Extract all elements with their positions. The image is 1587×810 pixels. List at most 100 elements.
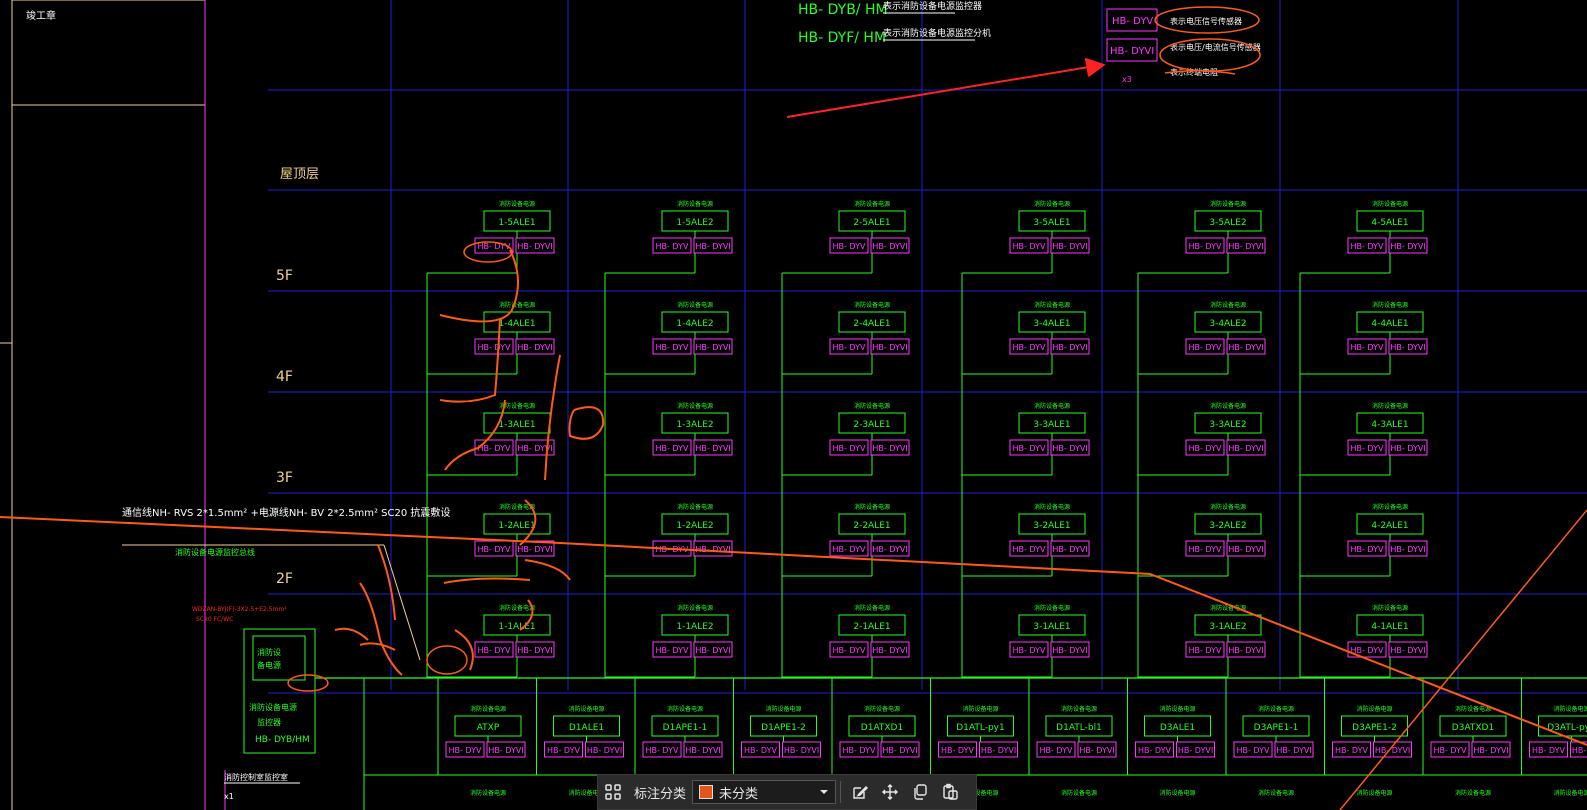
panel-id: 3-1ALE1 [1033, 622, 1070, 632]
panel-id: 1-1ALE2 [676, 622, 713, 632]
controller-label-2: 监控器 [257, 717, 281, 727]
panel-caption: 消防设备电源 [1258, 705, 1294, 713]
panel-caption: 消防设备电源 [1061, 705, 1097, 713]
annotation-category-label: 标注分类 [634, 786, 687, 802]
panel-caption-lower: 消防设备电源 [1356, 789, 1392, 797]
floor-label-0: 5F [276, 268, 293, 284]
toolbar-divider [840, 781, 842, 803]
sensor-dyvi-label: HB- DYVI [981, 746, 1016, 755]
panel-caption: 消防设备电源 [854, 301, 890, 309]
sensor-dyv-label: HB- DYV [1350, 343, 1384, 352]
panel-id: D1ALE1 [569, 723, 604, 733]
panel-caption: 消防设备电源 [677, 301, 713, 309]
sensor-dyv-label: HB- DYV [1350, 242, 1384, 251]
panel-id: 1-3ALE2 [676, 420, 713, 430]
panel-2-2[interactable]: 消防设备电源 2-3ALE1 HB- DYV HB- DYVI [781, 402, 910, 678]
cad-drawing[interactable]: 竣工章 HB- DYB/ HM HB- DYF/ HM 表示消防设备电源监控器 … [0, 0, 1587, 810]
panel-caption: 消防设备电源 [1372, 402, 1408, 410]
basement-panel-6[interactable]: 消防设备电源 D1ATL-bl1 HB- DYV HB- DYVI 消防设备电源 [1028, 678, 1117, 797]
panel-id: 3-5ALE1 [1033, 218, 1070, 228]
sensor-dyvi-label: HB- DYVI [1228, 444, 1263, 453]
panel-caption-lower: 消防设备电源 [470, 789, 506, 797]
sensor-dyvi-label: HB- DYVI [872, 343, 907, 352]
sensor-dyv-label: HB- DYV [1335, 746, 1369, 755]
grid-menu-icon[interactable] [598, 777, 628, 807]
sensor-dyv-label: HB- DYV [655, 646, 689, 655]
legend-dyv-note: 表示电压信号传感器 [1170, 16, 1242, 26]
panel-caption: 消防设备电源 [499, 200, 535, 208]
panel-4-3[interactable]: 消防设备电源 3-1ALE1 HB- DYV HB- DYVI [961, 604, 1090, 678]
basement-panel-8[interactable]: 消防设备电源 D3APE1-1 HB- DYV HB- DYVI 消防设备电源 [1225, 678, 1314, 797]
panel-caption: 消防设备电源 [470, 705, 506, 713]
sensor-dyvi-label: HB- DYVI [517, 343, 552, 352]
annotation-category-select[interactable]: 未分类 [692, 780, 837, 804]
panel-caption: 消防设备电源 [1034, 604, 1070, 612]
basement-panel-7[interactable]: 消防设备电源 D3ALE1 HB- DYV HB- DYVI 消防设备电源 [1127, 678, 1215, 797]
sensor-dyvi-label: HB- DYVI [1390, 646, 1425, 655]
floor-label-2: 3F [276, 470, 293, 486]
sensor-dyvi-label: HB- DYVI [882, 746, 917, 755]
sensor-dyv-label: HB- DYV [1012, 242, 1046, 251]
panel-id: D1ATXD1 [861, 723, 903, 733]
sensor-dyv-label: HB- DYV [547, 746, 581, 755]
legend-dyb-note: 表示消防设备电源监控器 [883, 0, 982, 12]
sensor-dyv-label: HB- DYV [1188, 242, 1222, 251]
copy-icon[interactable] [905, 777, 935, 807]
sensor-dyv-label: HB- DYV [1012, 646, 1046, 655]
chevron-down-icon [819, 785, 829, 800]
panel-caption: 消防设备电源 [1034, 402, 1070, 410]
panel-caption: 消防设备电源 [1210, 402, 1246, 410]
panel-caption: 消防设备电源 [1372, 200, 1408, 208]
panel-id: 2-3ALE1 [853, 420, 890, 430]
sensor-dyvi-label: HB- DYVI [1052, 343, 1087, 352]
sensor-dyv-label: HB- DYV [1039, 746, 1073, 755]
panel-id: 3-1ALE2 [1209, 622, 1246, 632]
top-left-label: 竣工章 [26, 9, 56, 22]
sensor-dyv-label: HB- DYV [477, 646, 511, 655]
panel-4-4[interactable]: 消防设备电源3-1ALE2HB- DYV HB- DYVI [1137, 604, 1266, 678]
sensor-dyv-label: HB- DYV [832, 545, 866, 554]
edit-icon[interactable] [845, 777, 875, 807]
panel-caption: 消防设备电源 [854, 200, 890, 208]
panel-caption-lower: 消防设备电源 [1159, 789, 1195, 797]
panel-caption: 消防设备电源 [1210, 200, 1246, 208]
panel-caption: 消防设备电源 [1372, 604, 1408, 612]
panel-id: 2-1ALE1 [853, 622, 890, 632]
roof-floor-label: 屋顶层 [280, 167, 319, 182]
panel-id: 1-5ALE2 [676, 218, 713, 228]
paste-icon[interactable] [935, 777, 965, 807]
panel-4-0[interactable]: 消防设备电源 1-1ALE1 HB- DYV HB- DYVI [426, 604, 555, 678]
sensor-dyv-label: HB- DYV [1012, 444, 1046, 453]
panel-id: 4-3ALE1 [1371, 420, 1408, 430]
panel-id: 1-2ALE1 [498, 521, 535, 531]
panel-4-2[interactable]: 消防设备电源 2-1ALE1 HB- DYV HB- DYVI [781, 604, 910, 678]
panel-2-1[interactable]: 消防设备电源 1-3ALE2 HB- DYV HB- DYVI [604, 402, 733, 678]
panel-2-4[interactable]: 消防设备电源 3-3ALE2 HB- DYV HB- DYVI [1137, 402, 1266, 678]
panel-4-1[interactable]: 消防设备电源 1-1ALE2 HB- DYV HB- DYVI [604, 604, 733, 678]
sensor-dyvi-label: HB- DYVI [1052, 545, 1087, 554]
floor-label-3: 2F [276, 571, 293, 587]
panel-caption: 消防设备电源 [1356, 705, 1392, 713]
basement-panel-10[interactable]: 消防设备电源D3ATXD1HB- DYV HB- DYVI消防设备电源 [1422, 678, 1511, 797]
basement-panel-0[interactable]: 消防设备电源 ATXP HB- DYV HB- DYVI 消防设备电源 [437, 678, 526, 797]
panel-caption-lower: 消防设备电源 [1258, 789, 1294, 797]
basement-panel-9[interactable]: 消防设备电源D3APE1-2HB- DYV HB- DYVI消防设备电源 [1324, 678, 1412, 797]
sensor-dyv-label: HB- DYV [1012, 343, 1046, 352]
cable-sub-note: 消防设备电源监控总线 [175, 547, 255, 557]
sensor-dyvi-label: HB- DYVI [517, 646, 552, 655]
sensor-dyvi-label: HB- DYVI [1276, 746, 1311, 755]
basement-panel-11[interactable]: 消防设备电源D3ATL-py1HB- DYVHB- DYVI消防设备电源 [1521, 678, 1587, 797]
panel-2-5[interactable]: 消防设备电源 4-3ALE1 HB- DYV HB- DYVI [1299, 402, 1428, 678]
panel-caption: 消防设备电源 [1210, 503, 1246, 511]
sensor-dyvi-label: HB- DYVI [1228, 343, 1263, 352]
floor-labels: 5F 4F 3F 2F [276, 268, 293, 587]
panel-caption: 消防设备电源 [568, 705, 604, 713]
panel-caption: 消防设备电源 [677, 402, 713, 410]
move-icon[interactable] [875, 777, 905, 807]
panel-caption: 消防设备电源 [1034, 301, 1070, 309]
panel-2-3[interactable]: 消防设备电源 3-3ALE1 HB- DYV HB- DYVI [961, 402, 1090, 678]
controller-model: HB- DYB/HM [255, 735, 310, 745]
sensor-dyvi-label: HB- DYVI [1228, 242, 1263, 251]
sensor-dyvi-label: HB- DYVI [1228, 545, 1263, 554]
sensor-dyvi-label: HB- DYVI [1052, 444, 1087, 453]
